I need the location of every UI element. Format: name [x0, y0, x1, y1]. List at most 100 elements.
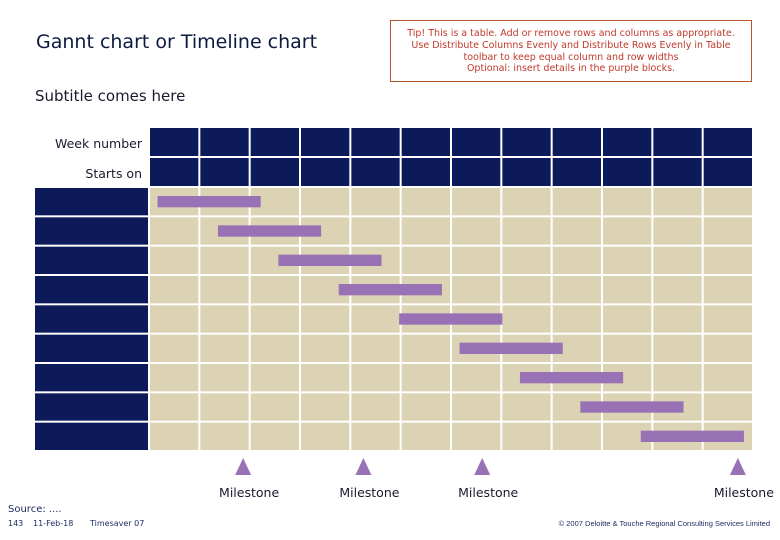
timeline-cell: [603, 305, 652, 333]
timeline-cell: [502, 305, 551, 333]
week-start-cell: [552, 158, 601, 186]
task-bar[interactable]: [580, 401, 684, 413]
timeline-cell: [452, 393, 501, 421]
timeline-cell: [653, 188, 702, 216]
timeline-cell: [653, 364, 702, 392]
timeline-cell: [351, 188, 400, 216]
timeline-cell: [653, 217, 702, 245]
timeline-cell: [150, 305, 199, 333]
task-bar[interactable]: [278, 254, 382, 266]
timeline-cell: [603, 188, 652, 216]
timeline-cell: [502, 422, 551, 450]
task-bar[interactable]: [459, 342, 563, 354]
task-bar[interactable]: [157, 196, 261, 208]
timeline-cell: [200, 422, 249, 450]
timeline-cell: [150, 393, 199, 421]
timeline-cell: [653, 246, 702, 274]
timeline-cell: [401, 364, 450, 392]
footer-template: Timesaver 07: [90, 519, 145, 528]
timeline-cell: [452, 422, 501, 450]
week-number-cell: [603, 128, 652, 156]
timeline-cell: [200, 246, 249, 274]
milestone-marker: [474, 458, 491, 475]
timeline-cell: [703, 334, 752, 362]
week-start-cell: [653, 158, 702, 186]
task-bar[interactable]: [640, 430, 744, 442]
week-start-cell: [603, 158, 652, 186]
timeline-cell: [502, 246, 551, 274]
milestone-label: Milestone: [219, 485, 279, 500]
timeline-cell: [301, 422, 350, 450]
task-label-cell: [35, 217, 148, 245]
timeline-cell: [653, 334, 702, 362]
timeline-cell: [250, 422, 299, 450]
header-row-label: Starts on: [85, 166, 142, 181]
timeline-cell: [250, 334, 299, 362]
timeline-cell: [150, 364, 199, 392]
timeline-cell: [703, 364, 752, 392]
timeline-cell: [250, 393, 299, 421]
timeline-cell: [452, 188, 501, 216]
timeline-cell: [351, 393, 400, 421]
milestone-label: Milestone: [458, 485, 518, 500]
task-label-cell: [35, 188, 148, 216]
timeline-cell: [150, 246, 199, 274]
copyright-notice: © 2007 Deloitte & Touche Regional Consul…: [558, 519, 770, 528]
week-start-cell: [502, 158, 551, 186]
timeline-cell: [250, 276, 299, 304]
timeline-cell: [603, 246, 652, 274]
milestone-marker: [729, 458, 746, 475]
milestone-marker: [355, 458, 372, 475]
week-start-cell: [250, 158, 299, 186]
timeline-cell: [452, 217, 501, 245]
page-number: 143: [8, 519, 24, 528]
timeline-cell: [552, 246, 601, 274]
timeline-cell: [150, 217, 199, 245]
timeline-cell: [200, 364, 249, 392]
milestone-marker: [235, 458, 252, 475]
timeline-cell: [351, 217, 400, 245]
timeline-cell: [452, 246, 501, 274]
timeline-cell: [351, 364, 400, 392]
timeline-cell: [401, 188, 450, 216]
task-bar[interactable]: [519, 372, 624, 384]
timeline-cell: [552, 276, 601, 304]
week-number-cell: [150, 128, 199, 156]
timeline-cell: [703, 217, 752, 245]
timeline-cell: [150, 334, 199, 362]
task-label-cell: [35, 393, 148, 421]
timeline-cell: [502, 217, 551, 245]
task-bar[interactable]: [338, 284, 442, 296]
week-number-cell: [452, 128, 501, 156]
timeline-cell: [552, 188, 601, 216]
timeline-cell: [301, 305, 350, 333]
timeline-cell: [200, 334, 249, 362]
timeline-cell: [150, 422, 199, 450]
timeline-cell: [452, 276, 501, 304]
footer-date: 11-Feb-18: [33, 519, 74, 528]
timeline-cell: [603, 217, 652, 245]
task-label-cell: [35, 334, 148, 362]
timeline-cell: [401, 246, 450, 274]
timeline-cell: [703, 276, 752, 304]
task-label-cell: [35, 276, 148, 304]
week-start-cell: [200, 158, 249, 186]
task-bar[interactable]: [217, 225, 322, 237]
timeline-cell: [502, 393, 551, 421]
timeline-cell: [703, 246, 752, 274]
timeline-cell: [250, 305, 299, 333]
timeline-cell: [351, 305, 400, 333]
timeline-cell: [703, 305, 752, 333]
timeline-cell: [150, 276, 199, 304]
task-bar[interactable]: [399, 313, 503, 325]
timeline-cell: [401, 393, 450, 421]
timeline-cell: [401, 217, 450, 245]
task-label-cell: [35, 246, 148, 274]
week-number-cell: [552, 128, 601, 156]
timeline-cell: [653, 276, 702, 304]
timeline-cell: [200, 305, 249, 333]
timeline-cell: [351, 334, 400, 362]
week-number-cell: [250, 128, 299, 156]
timeline-cell: [603, 334, 652, 362]
timeline-cell: [301, 188, 350, 216]
